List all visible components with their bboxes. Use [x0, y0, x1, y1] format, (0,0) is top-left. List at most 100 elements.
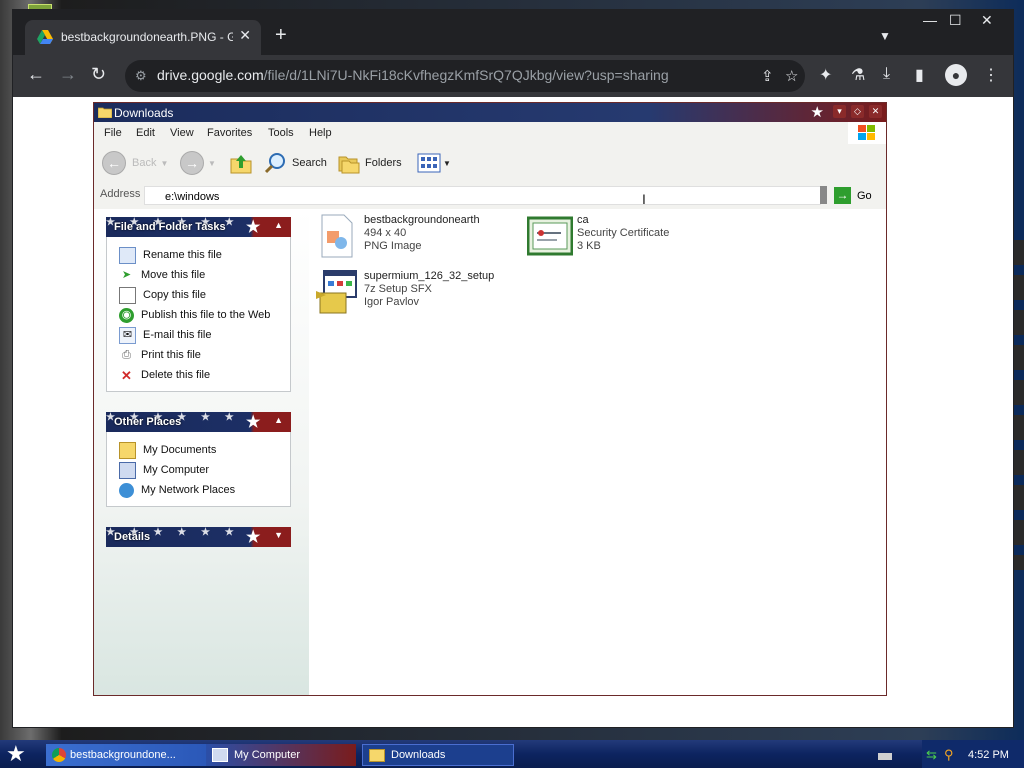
file-size: 3 KB: [577, 240, 601, 252]
back-button[interactable]: ← Back ▼: [102, 151, 168, 175]
menu-favorites[interactable]: Favorites: [207, 127, 252, 139]
globe-icon: ◉: [119, 307, 134, 323]
profile-avatar-icon[interactable]: ●: [945, 64, 967, 86]
address-bar[interactable]: ⚙ drive.google.com/file/d/1LNi7U-NkFi18c…: [125, 60, 805, 92]
browser-toolbar: ← → ↻ ⚙ drive.google.com/file/d/1LNi7U-N…: [13, 55, 1013, 97]
folders-button[interactable]: Folders: [337, 151, 402, 175]
certificate-icon: [527, 216, 573, 256]
explorer-window: Downloads ★ ▾ ◇ ✕ File Edit View Favorit…: [93, 102, 887, 696]
rename-icon: [119, 246, 136, 264]
file-name: ca: [577, 214, 589, 226]
extensions-icon[interactable]: ✦: [819, 65, 832, 85]
menu-kebab-icon[interactable]: ⋮: [983, 65, 999, 85]
task-copy[interactable]: Copy this file: [119, 285, 290, 305]
task-rename[interactable]: Rename this file: [119, 245, 290, 265]
task-publish[interactable]: ◉ Publish this file to the Web: [119, 305, 290, 325]
taskbar-button-downloads[interactable]: Downloads: [362, 744, 514, 766]
forward-button[interactable]: → ▼: [180, 151, 216, 175]
tab-close-icon[interactable]: ✕: [239, 27, 251, 44]
close-icon[interactable]: ✕: [869, 105, 882, 118]
search-label: Search: [292, 157, 327, 169]
menu-view[interactable]: View: [170, 127, 194, 139]
explorer-title: Downloads: [114, 106, 174, 120]
file-name: supermium_126_32_setup: [364, 270, 495, 282]
other-places-header[interactable]: ★ ★ ★ ★ ★ ★ Other Places ★ ▲: [106, 412, 291, 432]
file-name: bestbackgroundonearth: [364, 214, 480, 226]
minimize-icon[interactable]: —: [923, 12, 937, 28]
menu-help[interactable]: Help: [309, 127, 332, 139]
maximize-icon[interactable]: ◇: [851, 105, 864, 118]
back-arrow-icon[interactable]: ←: [27, 65, 45, 83]
back-dropdown-icon[interactable]: ▼: [160, 159, 168, 168]
explorer-title-bar[interactable]: Downloads ★ ▾ ◇ ✕: [94, 103, 886, 122]
file-item[interactable]: ca Security Certificate 3 KB: [527, 213, 669, 259]
share-icon[interactable]: ⇪: [761, 67, 774, 85]
collapse-chevron-icon[interactable]: ▲: [274, 415, 283, 425]
google-drive-icon: [37, 30, 53, 44]
delete-x-icon: ✕: [121, 367, 132, 383]
labs-flask-icon[interactable]: ⚗: [851, 65, 865, 85]
star-decoration-icon: ★: [810, 104, 824, 121]
my-computer-icon: [212, 748, 228, 762]
download-icon[interactable]: ⤓: [883, 65, 890, 83]
menu-edit[interactable]: Edit: [136, 127, 155, 139]
png-image-icon: [321, 214, 353, 258]
address-label: Address: [100, 188, 141, 200]
place-my-documents[interactable]: My Documents: [119, 440, 290, 460]
go-label: Go: [857, 189, 872, 202]
browser-window: bestbackgroundonearth.PNG - Google Drive…: [12, 9, 1014, 728]
back-label: Back: [132, 157, 157, 169]
installer-icon: [316, 270, 357, 314]
task-label: Move this file: [141, 269, 206, 281]
browser-tab[interactable]: bestbackgroundonearth.PNG - Google Drive…: [25, 20, 261, 55]
keyboard-icon[interactable]: [878, 753, 892, 760]
taskbar-button-label: My Computer: [234, 749, 301, 761]
search-tray-icon[interactable]: ⚲: [944, 747, 954, 763]
task-pane: ★ ★ ★ ★ ★ ★ File and Folder Tasks ★ ▲ Re…: [94, 209, 309, 695]
go-button[interactable]: → Go: [834, 186, 872, 205]
expand-chevron-icon[interactable]: ▼: [274, 530, 283, 540]
collapse-chevron-icon[interactable]: ▲: [274, 220, 283, 230]
go-arrow-icon: →: [834, 187, 851, 204]
menu-file[interactable]: File: [104, 127, 122, 139]
reload-icon[interactable]: ↻: [91, 65, 106, 83]
place-my-network[interactable]: My Network Places: [119, 480, 290, 500]
file-item[interactable]: bestbackgroundonearth 494 x 40 PNG Image: [314, 213, 480, 259]
up-folder-button[interactable]: [230, 151, 252, 175]
chrome-icon: [52, 748, 66, 762]
views-button[interactable]: ▼: [417, 151, 451, 175]
network-tray-icon[interactable]: ⇆: [926, 747, 937, 763]
network-icon: [119, 482, 134, 498]
site-info-icon[interactable]: ⚙: [135, 68, 147, 84]
place-my-computer[interactable]: My Computer: [119, 460, 290, 480]
address-dropdown-handle[interactable]: [820, 186, 827, 204]
taskbar-button-chrome[interactable]: bestbackgroundone...: [46, 744, 206, 766]
search-button[interactable]: Search: [264, 151, 327, 175]
side-panel-icon[interactable]: ▮: [915, 65, 924, 85]
tab-search-chevron-icon[interactable]: ▼: [879, 29, 891, 43]
taskbar-button-my-computer[interactable]: My Computer: [206, 744, 356, 766]
minimize-icon[interactable]: ▾: [833, 105, 846, 118]
task-delete[interactable]: ✕ Delete this file: [119, 365, 290, 385]
task-move[interactable]: ➤ Move this file: [119, 265, 290, 285]
task-email[interactable]: ✉ E-mail this file: [119, 325, 290, 345]
task-label: Print this file: [141, 349, 201, 361]
file-type: 7z Setup SFX: [364, 283, 432, 295]
menu-tools[interactable]: Tools: [268, 127, 294, 139]
forward-arrow-icon[interactable]: →: [59, 65, 77, 83]
task-print[interactable]: ⎙ Print this file: [119, 345, 290, 365]
close-window-icon[interactable]: ✕: [981, 12, 993, 29]
menu-bar: File Edit View Favorites Tools Help: [94, 122, 886, 145]
maximize-icon[interactable]: ☐: [949, 12, 962, 29]
file-folder-tasks-header[interactable]: ★ ★ ★ ★ ★ ★ File and Folder Tasks ★ ▲: [106, 217, 291, 237]
address-input[interactable]: [144, 186, 821, 205]
forward-dropdown-icon[interactable]: ▼: [208, 159, 216, 168]
details-header[interactable]: ★ ★ ★ ★ ★ ★ Details ★ ▼: [106, 527, 291, 547]
forward-arrow-icon: →: [180, 151, 204, 175]
start-button-star-icon[interactable]: ★: [6, 742, 26, 766]
bookmark-star-icon[interactable]: ☆: [785, 67, 798, 85]
file-item[interactable]: supermium_126_32_setup 7z Setup SFX Igor…: [314, 269, 494, 315]
new-tab-icon[interactable]: +: [275, 25, 287, 45]
file-publisher: Igor Pavlov: [364, 296, 420, 308]
printer-icon: ⎙: [122, 348, 131, 361]
